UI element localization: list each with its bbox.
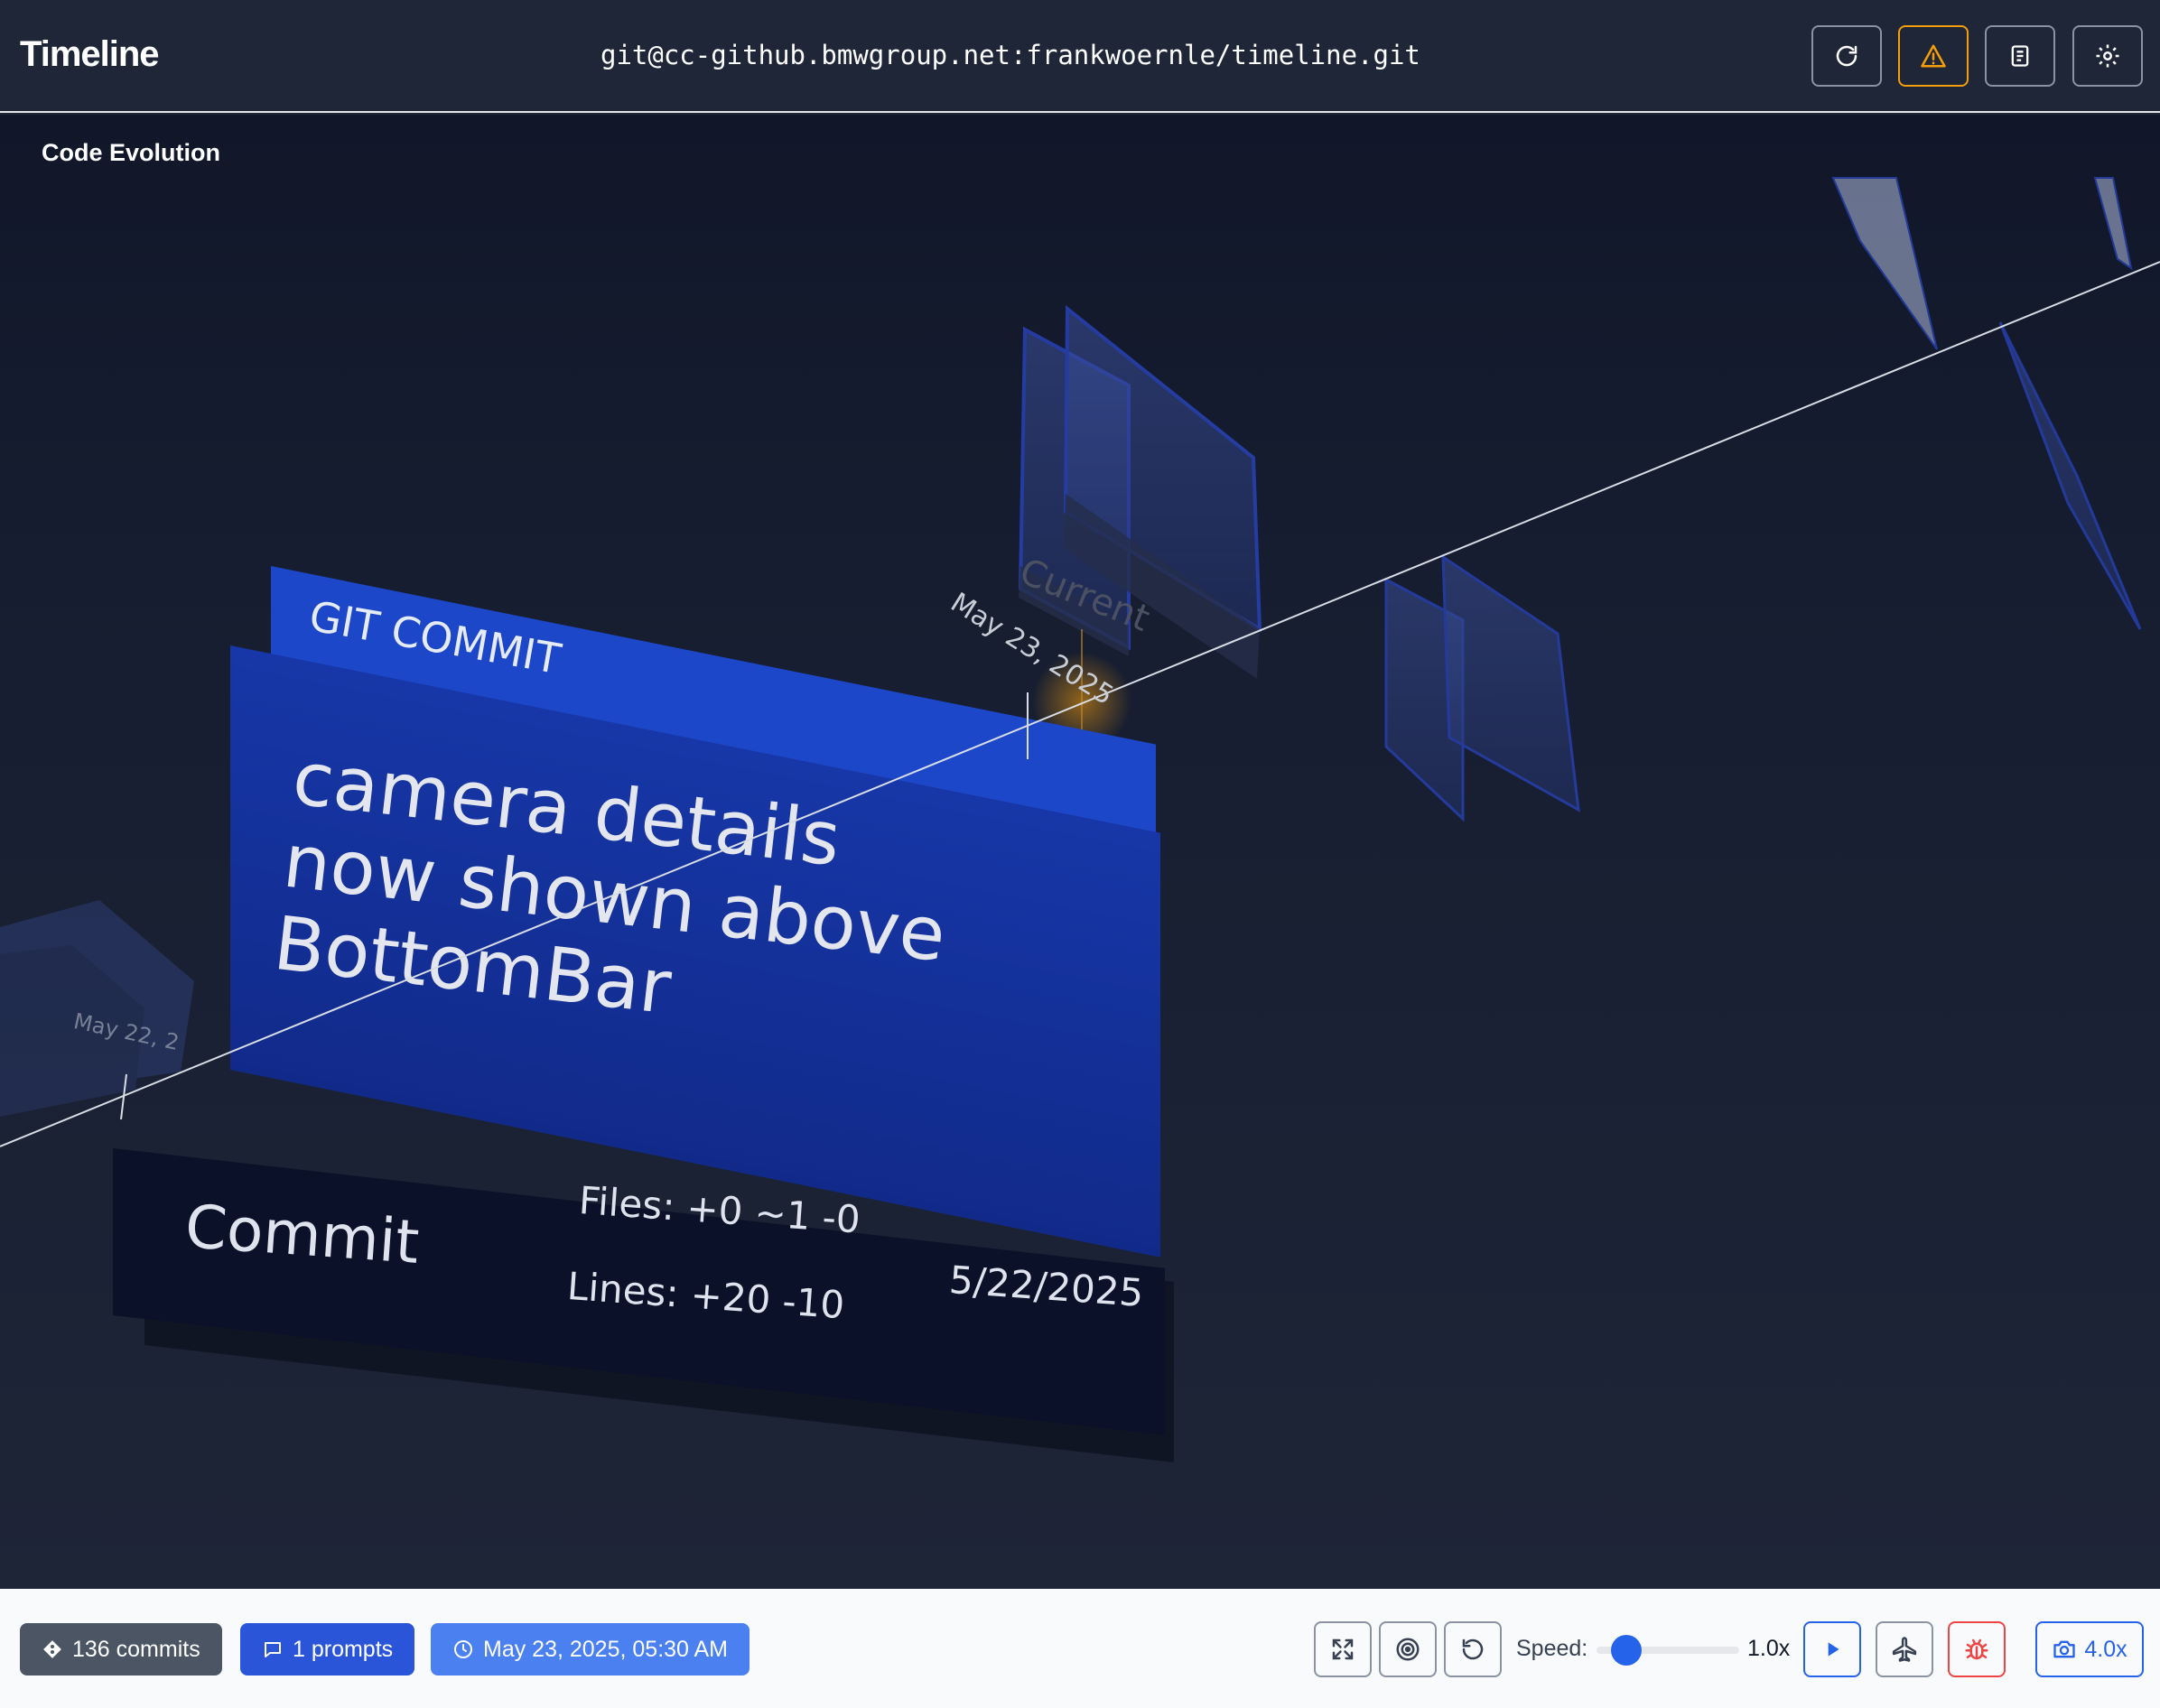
settings-button[interactable]: [2072, 25, 2143, 87]
warning-icon: [1921, 44, 1946, 68]
clock-icon: [454, 1640, 472, 1658]
bottom-bar: 136 commits 1 prompts May 23, 2025, 05:3…: [0, 1589, 2160, 1708]
refresh-button[interactable]: [1811, 25, 1882, 87]
fullscreen-icon: [1332, 1638, 1354, 1660]
git-icon: [43, 1640, 61, 1658]
fullscreen-button[interactable]: [1314, 1621, 1372, 1677]
camera-icon: [2053, 1640, 2076, 1658]
warnings-button[interactable]: [1898, 25, 1969, 87]
timeline-axis: [0, 261, 2160, 1147]
play-button[interactable]: [1803, 1621, 1861, 1677]
timeline-scene[interactable]: Code Evolution GIT COMMIT camera details…: [0, 115, 2160, 1589]
reset-icon: [1462, 1638, 1484, 1660]
debug-button[interactable]: [1948, 1621, 2006, 1677]
chat-icon: [265, 1642, 281, 1657]
reset-camera-button[interactable]: [1444, 1621, 1502, 1677]
zoom-button[interactable]: 4.0x: [2035, 1621, 2144, 1677]
play-icon: [1828, 1642, 1839, 1657]
speed-slider-thumb[interactable]: [1611, 1635, 1643, 1666]
airplane-icon: [1892, 1637, 1917, 1662]
gear-icon: [2096, 44, 2119, 68]
bug-icon: [1965, 1638, 1988, 1660]
time-badge[interactable]: May 23, 2025, 05:30 AM: [431, 1623, 750, 1676]
refresh-icon: [1836, 45, 1857, 67]
repo-url: git@cc-github.bmwgroup.net:frankwoernle/…: [601, 40, 1420, 70]
document-icon: [2011, 45, 2029, 67]
commits-badge[interactable]: 136 commits: [20, 1623, 222, 1676]
prompts-count: 1 prompts: [293, 1636, 394, 1662]
target-icon: [1396, 1638, 1420, 1661]
speed-value: 1.0x: [1747, 1636, 1791, 1661]
app-header: Timeline git@cc-github.bmwgroup.net:fran…: [0, 0, 2160, 113]
app-title: Timeline: [20, 34, 160, 74]
current-time: May 23, 2025, 05:30 AM: [483, 1636, 729, 1662]
prompts-badge[interactable]: 1 prompts: [240, 1623, 415, 1676]
commits-count: 136 commits: [72, 1636, 200, 1662]
notes-button[interactable]: [1985, 25, 2055, 87]
focus-button[interactable]: [1379, 1621, 1437, 1677]
zoom-value: 4.0x: [2084, 1636, 2127, 1662]
speed-label: Speed:: [1516, 1636, 1588, 1661]
flythrough-button[interactable]: [1876, 1621, 1933, 1677]
